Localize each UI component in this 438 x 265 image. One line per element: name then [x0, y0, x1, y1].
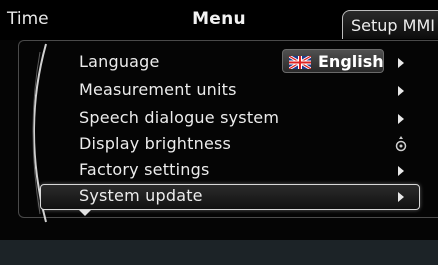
tab-setup-mmi-label: Setup MMI [351, 16, 435, 35]
uk-flag-icon [289, 56, 311, 69]
menu-item-system-update[interactable]: System update [0, 184, 438, 210]
menu-item-label: Measurement units [79, 80, 237, 99]
arrow-right-icon [398, 86, 404, 96]
arrow-right-icon [398, 114, 404, 124]
bottom-status-bar [0, 240, 438, 265]
scroll-down-icon[interactable] [79, 210, 91, 216]
arrow-right-icon [398, 166, 404, 176]
language-value-chip: English [282, 49, 384, 73]
tab-setup-mmi[interactable]: Setup MMI [342, 10, 438, 39]
arrow-right-icon [398, 192, 404, 202]
menu-item-language[interactable]: Language English [0, 49, 438, 76]
menu-item-label: Language [79, 52, 160, 71]
header-bar: Time Menu Setup MMI [0, 0, 438, 40]
language-value: English [318, 52, 384, 71]
menu-item-label: Speech dialogue system [79, 108, 280, 127]
menu-item-label: Factory settings [79, 160, 210, 179]
menu-item-label: System update [79, 186, 203, 205]
rotary-knob-icon [395, 136, 407, 152]
menu-item-measurement-units[interactable]: Measurement units [0, 78, 438, 104]
menu-item-label: Display brightness [79, 134, 232, 153]
menu-item-display-brightness[interactable]: Display brightness [0, 132, 438, 158]
menu-item-factory-settings[interactable]: Factory settings [0, 158, 438, 184]
menu-item-speech-dialogue-system[interactable]: Speech dialogue system [0, 106, 438, 132]
arrow-right-icon [398, 58, 404, 68]
